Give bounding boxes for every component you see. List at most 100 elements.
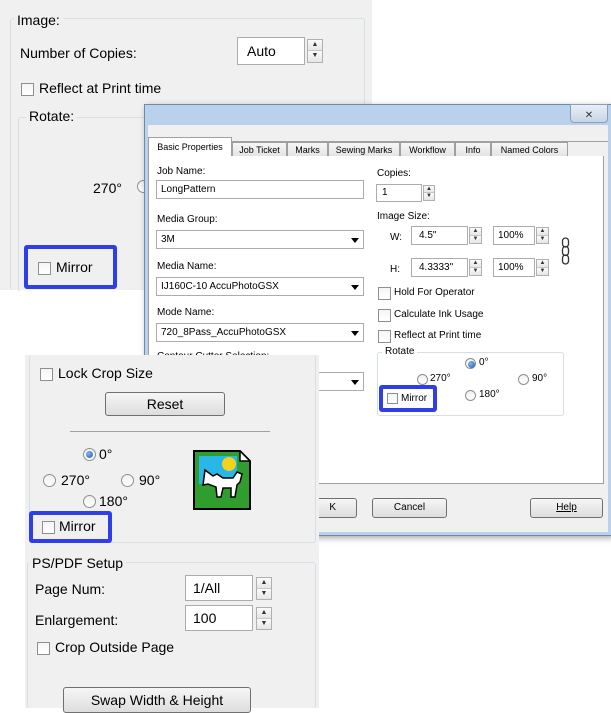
stepper-up-icon[interactable]: ▲: [424, 186, 434, 193]
height-stepper[interactable]: ▲ ▼: [469, 259, 482, 276]
number-of-copies-value: Auto: [247, 43, 276, 59]
lock-crop-size-label: Lock Crop Size: [58, 365, 153, 381]
crop-outside-page-label: Crop Outside Page: [55, 639, 175, 655]
hold-for-operator-checkbox[interactable]: [378, 287, 391, 300]
tab-named-colors[interactable]: Named Colors: [491, 142, 568, 157]
enlargement-stepper[interactable]: ▲ ▼: [256, 607, 272, 630]
mirror-checkbox[interactable]: [38, 262, 51, 275]
dialog-copies-field[interactable]: 1: [376, 184, 422, 202]
crop-rotate-0-radio[interactable]: [83, 448, 96, 461]
dog-preview-icon: [193, 450, 251, 510]
stepper-up-icon[interactable]: ▲: [257, 578, 271, 589]
stepper-up-icon[interactable]: ▲: [257, 608, 271, 619]
crop-mirror-checkbox[interactable]: [42, 521, 55, 534]
media-name-label: Media Name:: [157, 261, 217, 272]
width-value: 4.5": [419, 230, 437, 241]
stepper-down-icon[interactable]: ▼: [257, 588, 271, 599]
page-num-field[interactable]: 1/All: [185, 575, 253, 601]
stepper-down-icon[interactable]: ▼: [470, 235, 481, 243]
crop-rotate-270-radio[interactable]: [43, 474, 56, 487]
dialog-rotate-270-radio[interactable]: [417, 374, 428, 385]
dialog-reflect-label: Reflect at Print time: [394, 330, 482, 341]
swap-width-height-label: Swap Width & Height: [90, 692, 224, 708]
crop-rotate-90-label: 90°: [139, 472, 161, 488]
crop-mirror-label: Mirror: [59, 518, 96, 534]
height-label: H:: [390, 264, 400, 275]
stepper-up-icon[interactable]: ▲: [470, 228, 481, 236]
tab-workflow[interactable]: Workflow: [400, 142, 455, 157]
stepper-down-icon[interactable]: ▼: [537, 235, 548, 243]
height-percent-stepper[interactable]: ▲ ▼: [536, 259, 549, 276]
width-percent-field[interactable]: 100%: [493, 226, 535, 245]
dialog-close-button[interactable]: ✕: [570, 104, 608, 123]
swap-width-height-button[interactable]: Swap Width & Height: [63, 687, 251, 713]
tab-marks[interactable]: Marks: [287, 142, 328, 157]
crop-rotate-90-radio[interactable]: [121, 474, 134, 487]
dialog-reflect-checkbox[interactable]: [378, 330, 391, 343]
mode-name-label: Mode Name:: [157, 307, 215, 318]
width-percent-stepper[interactable]: ▲ ▼: [536, 227, 549, 244]
width-label: W:: [390, 232, 403, 243]
reflect-at-print-checkbox[interactable]: [21, 83, 34, 96]
hold-for-operator-label: Hold For Operator: [394, 287, 475, 298]
stepper-up-icon[interactable]: ▲: [470, 260, 481, 268]
stepper-down-icon[interactable]: ▼: [257, 618, 271, 629]
image-size-label: Image Size:: [377, 211, 430, 222]
dialog-copies-stepper[interactable]: ▲ ▼: [423, 185, 435, 201]
stepper-up-icon[interactable]: ▲: [537, 228, 548, 236]
dialog-rotate-90-radio[interactable]: [518, 374, 529, 385]
enlargement-label: Enlargement:: [35, 612, 119, 628]
width-stepper[interactable]: ▲ ▼: [469, 227, 482, 244]
stepper-down-icon[interactable]: ▼: [470, 267, 481, 275]
dialog-rotate-180-label: 180°: [479, 389, 500, 400]
stepper-down-icon[interactable]: ▼: [424, 193, 434, 200]
tab-sewing-marks[interactable]: Sewing Marks: [328, 142, 400, 157]
contour-cutter-select[interactable]: [315, 372, 364, 391]
number-of-copies-label: Number of Copies:: [20, 45, 137, 61]
ps-pdf-setup-label: PS/PDF Setup: [29, 555, 127, 571]
stepper-down-icon[interactable]: ▼: [537, 267, 548, 275]
width-field[interactable]: 4.5": [411, 226, 468, 245]
height-field[interactable]: 4.3333": [411, 258, 468, 277]
media-group-value: 3M: [161, 234, 175, 245]
reset-button[interactable]: Reset: [105, 392, 225, 416]
dialog-rotate-0-radio[interactable]: [465, 358, 476, 369]
media-group-select[interactable]: 3M: [156, 230, 364, 249]
tab-job-ticket[interactable]: Job Ticket: [232, 142, 287, 157]
dialog-mirror-checkbox[interactable]: [387, 393, 398, 404]
chevron-down-icon: [351, 284, 359, 290]
tab-named-colors-label: Named Colors: [500, 145, 559, 155]
dialog-rotate-0-label: 0°: [479, 357, 489, 368]
help-button[interactable]: Help: [530, 498, 603, 518]
stepper-down-icon[interactable]: ▼: [308, 51, 322, 62]
dialog-copies-label: Copies:: [377, 168, 411, 179]
height-percent-field[interactable]: 100%: [493, 258, 535, 277]
tab-basic-properties[interactable]: Basic Properties: [148, 137, 232, 157]
enlargement-field[interactable]: 100: [185, 605, 253, 631]
cancel-button-label: Cancel: [393, 502, 426, 513]
stepper-up-icon[interactable]: ▲: [308, 40, 322, 51]
reset-button-label: Reset: [146, 396, 184, 412]
mode-name-select[interactable]: 720_8Pass_AccuPhotoGSX: [156, 323, 364, 342]
number-of-copies-stepper[interactable]: ▲ ▼: [307, 39, 323, 63]
dialog-rotate-180-radio[interactable]: [465, 390, 476, 401]
crop-rotate-0-label: 0°: [99, 446, 113, 462]
cancel-button[interactable]: Cancel: [372, 498, 447, 518]
calculate-ink-usage-checkbox[interactable]: [378, 309, 391, 322]
image-group-label: Image:: [14, 12, 63, 28]
lock-crop-size-checkbox[interactable]: [40, 368, 53, 381]
crop-outside-page-checkbox[interactable]: [37, 642, 50, 655]
tab-info-label: Info: [465, 145, 481, 155]
crop-rotate-180-radio[interactable]: [83, 495, 96, 508]
job-name-field[interactable]: LongPattern: [156, 180, 364, 199]
close-icon: ✕: [584, 110, 594, 121]
height-percent-value: 100%: [498, 262, 524, 273]
number-of-copies-field[interactable]: Auto: [237, 37, 305, 65]
media-name-select[interactable]: IJ160C-10 AccuPhotoGSX: [156, 277, 364, 296]
chain-link-icon[interactable]: [561, 237, 570, 265]
tab-info[interactable]: Info: [455, 142, 491, 157]
page-num-value: 1/All: [193, 580, 221, 596]
help-button-label: Help: [556, 502, 577, 513]
page-num-stepper[interactable]: ▲ ▼: [256, 577, 272, 600]
stepper-up-icon[interactable]: ▲: [537, 260, 548, 268]
